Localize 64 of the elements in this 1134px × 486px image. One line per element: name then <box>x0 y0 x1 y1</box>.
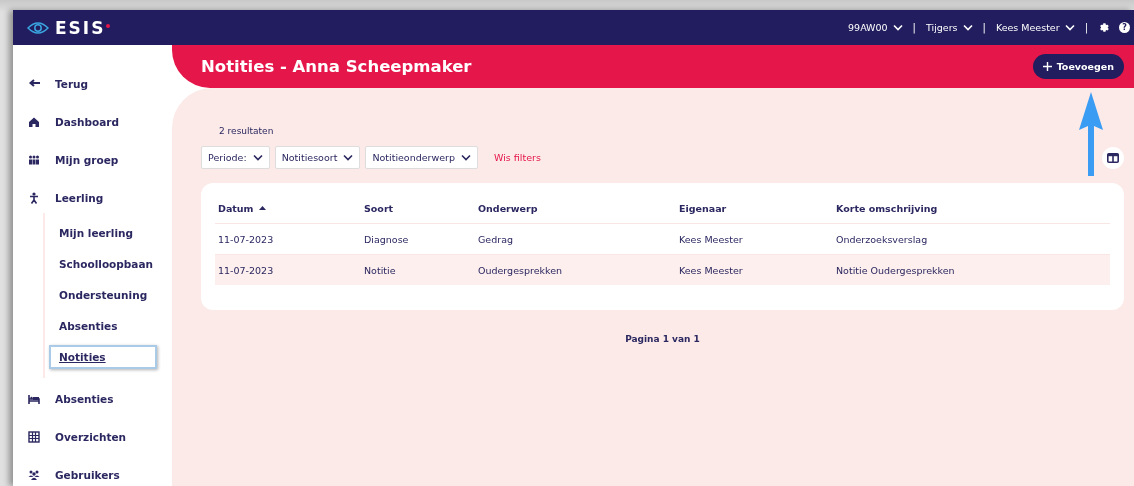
table-cell-text: Notitie Oudergesprekken <box>836 264 956 276</box>
sidebar-item[interactable]: Dashboard <box>13 103 172 141</box>
help-button[interactable]: ? <box>1119 22 1130 33</box>
separator: | <box>1084 22 1088 33</box>
filter-dropdown[interactable]: Notitieonderwerp <box>365 146 479 169</box>
table-cell-text: Gedrag <box>478 233 514 245</box>
filter-dropdown[interactable]: Periode: <box>201 146 270 169</box>
chevron-icon <box>962 24 973 31</box>
pagination-text: Pagina 1 van 1 <box>624 334 701 344</box>
eye-icon <box>27 20 49 35</box>
columns-button[interactable] <box>1102 146 1124 169</box>
separator: | <box>912 22 916 33</box>
table-cell-text: Diagnose <box>364 233 410 245</box>
sidebar-item[interactable]: Overzichten <box>13 418 172 456</box>
results-count: 2 resultaten <box>219 126 275 136</box>
home-icon <box>28 116 40 128</box>
table-cell-text: Onderzoeksverslag <box>836 233 929 245</box>
table-cell-text: Oudergesprekken <box>478 264 564 276</box>
group-icon <box>28 154 40 166</box>
users-icon <box>28 469 40 481</box>
column-header[interactable]: Soort <box>364 202 478 214</box>
dot-icon <box>106 23 111 28</box>
chevron-icon <box>892 24 903 31</box>
sidebar-subitem[interactable]: Ondersteuning <box>49 283 157 307</box>
logo-text: ESIS <box>55 17 106 38</box>
chevron-icon <box>252 154 263 161</box>
table-cell-text: Kees Meester <box>679 264 744 276</box>
columns-icon <box>1107 152 1119 163</box>
menu-dropdown[interactable]: Kees Meester <box>995 22 1075 33</box>
menu-dropdown[interactable]: Tijgers <box>926 22 973 33</box>
table-cell-text: 11-07-2023 <box>218 264 275 276</box>
settings-button[interactable] <box>1098 22 1109 33</box>
sidebar-item[interactable]: Mijn groep <box>13 141 172 179</box>
back-arrow-icon <box>28 78 40 90</box>
chevron-icon <box>343 154 354 161</box>
filter-dropdown[interactable]: Notitiesoort <box>274 146 361 169</box>
sidebar-subitem[interactable]: Schoolloopbaan <box>49 252 157 276</box>
person-icon <box>28 192 40 204</box>
sidebar-item[interactable]: Absenties <box>13 380 172 418</box>
sidebar-subitem[interactable]: Mijn leerling <box>49 221 157 245</box>
add-button[interactable]: Toevoegen <box>1032 54 1124 79</box>
column-header[interactable]: Eigenaar <box>679 202 836 214</box>
grid-icon <box>28 431 40 443</box>
chevron-icon <box>461 154 472 161</box>
column-header[interactable]: Onderwerp <box>478 202 679 214</box>
bed-icon <box>28 393 40 405</box>
column-header[interactable]: Korte omschrijving <box>836 202 1110 214</box>
sidebar-item[interactable]: Leerling <box>13 179 172 217</box>
menu-dropdown[interactable]: 99AW00 <box>848 22 903 33</box>
gear-icon <box>1098 22 1109 33</box>
sidebar-subitem[interactable]: Absenties <box>49 314 157 338</box>
sidebar-subitem[interactable]: Notities <box>49 345 157 369</box>
column-header[interactable]: Datum <box>218 202 364 214</box>
sort-icon <box>258 206 266 210</box>
table-cell-text: Kees Meester <box>679 233 744 245</box>
plus-icon <box>1042 62 1052 71</box>
table-cell-text: Notitie <box>364 264 397 276</box>
table-cell-text: 11-07-2023 <box>218 233 275 245</box>
sidebar-item[interactable]: Terug <box>13 65 172 103</box>
page-title: Notities - Anna Scheepmaker <box>201 57 472 76</box>
chevron-icon <box>1064 24 1075 31</box>
separator: | <box>982 22 986 33</box>
clear-filters-link[interactable]: Wis filters <box>494 152 541 163</box>
sidebar-item[interactable]: Gebruikers <box>13 456 172 486</box>
